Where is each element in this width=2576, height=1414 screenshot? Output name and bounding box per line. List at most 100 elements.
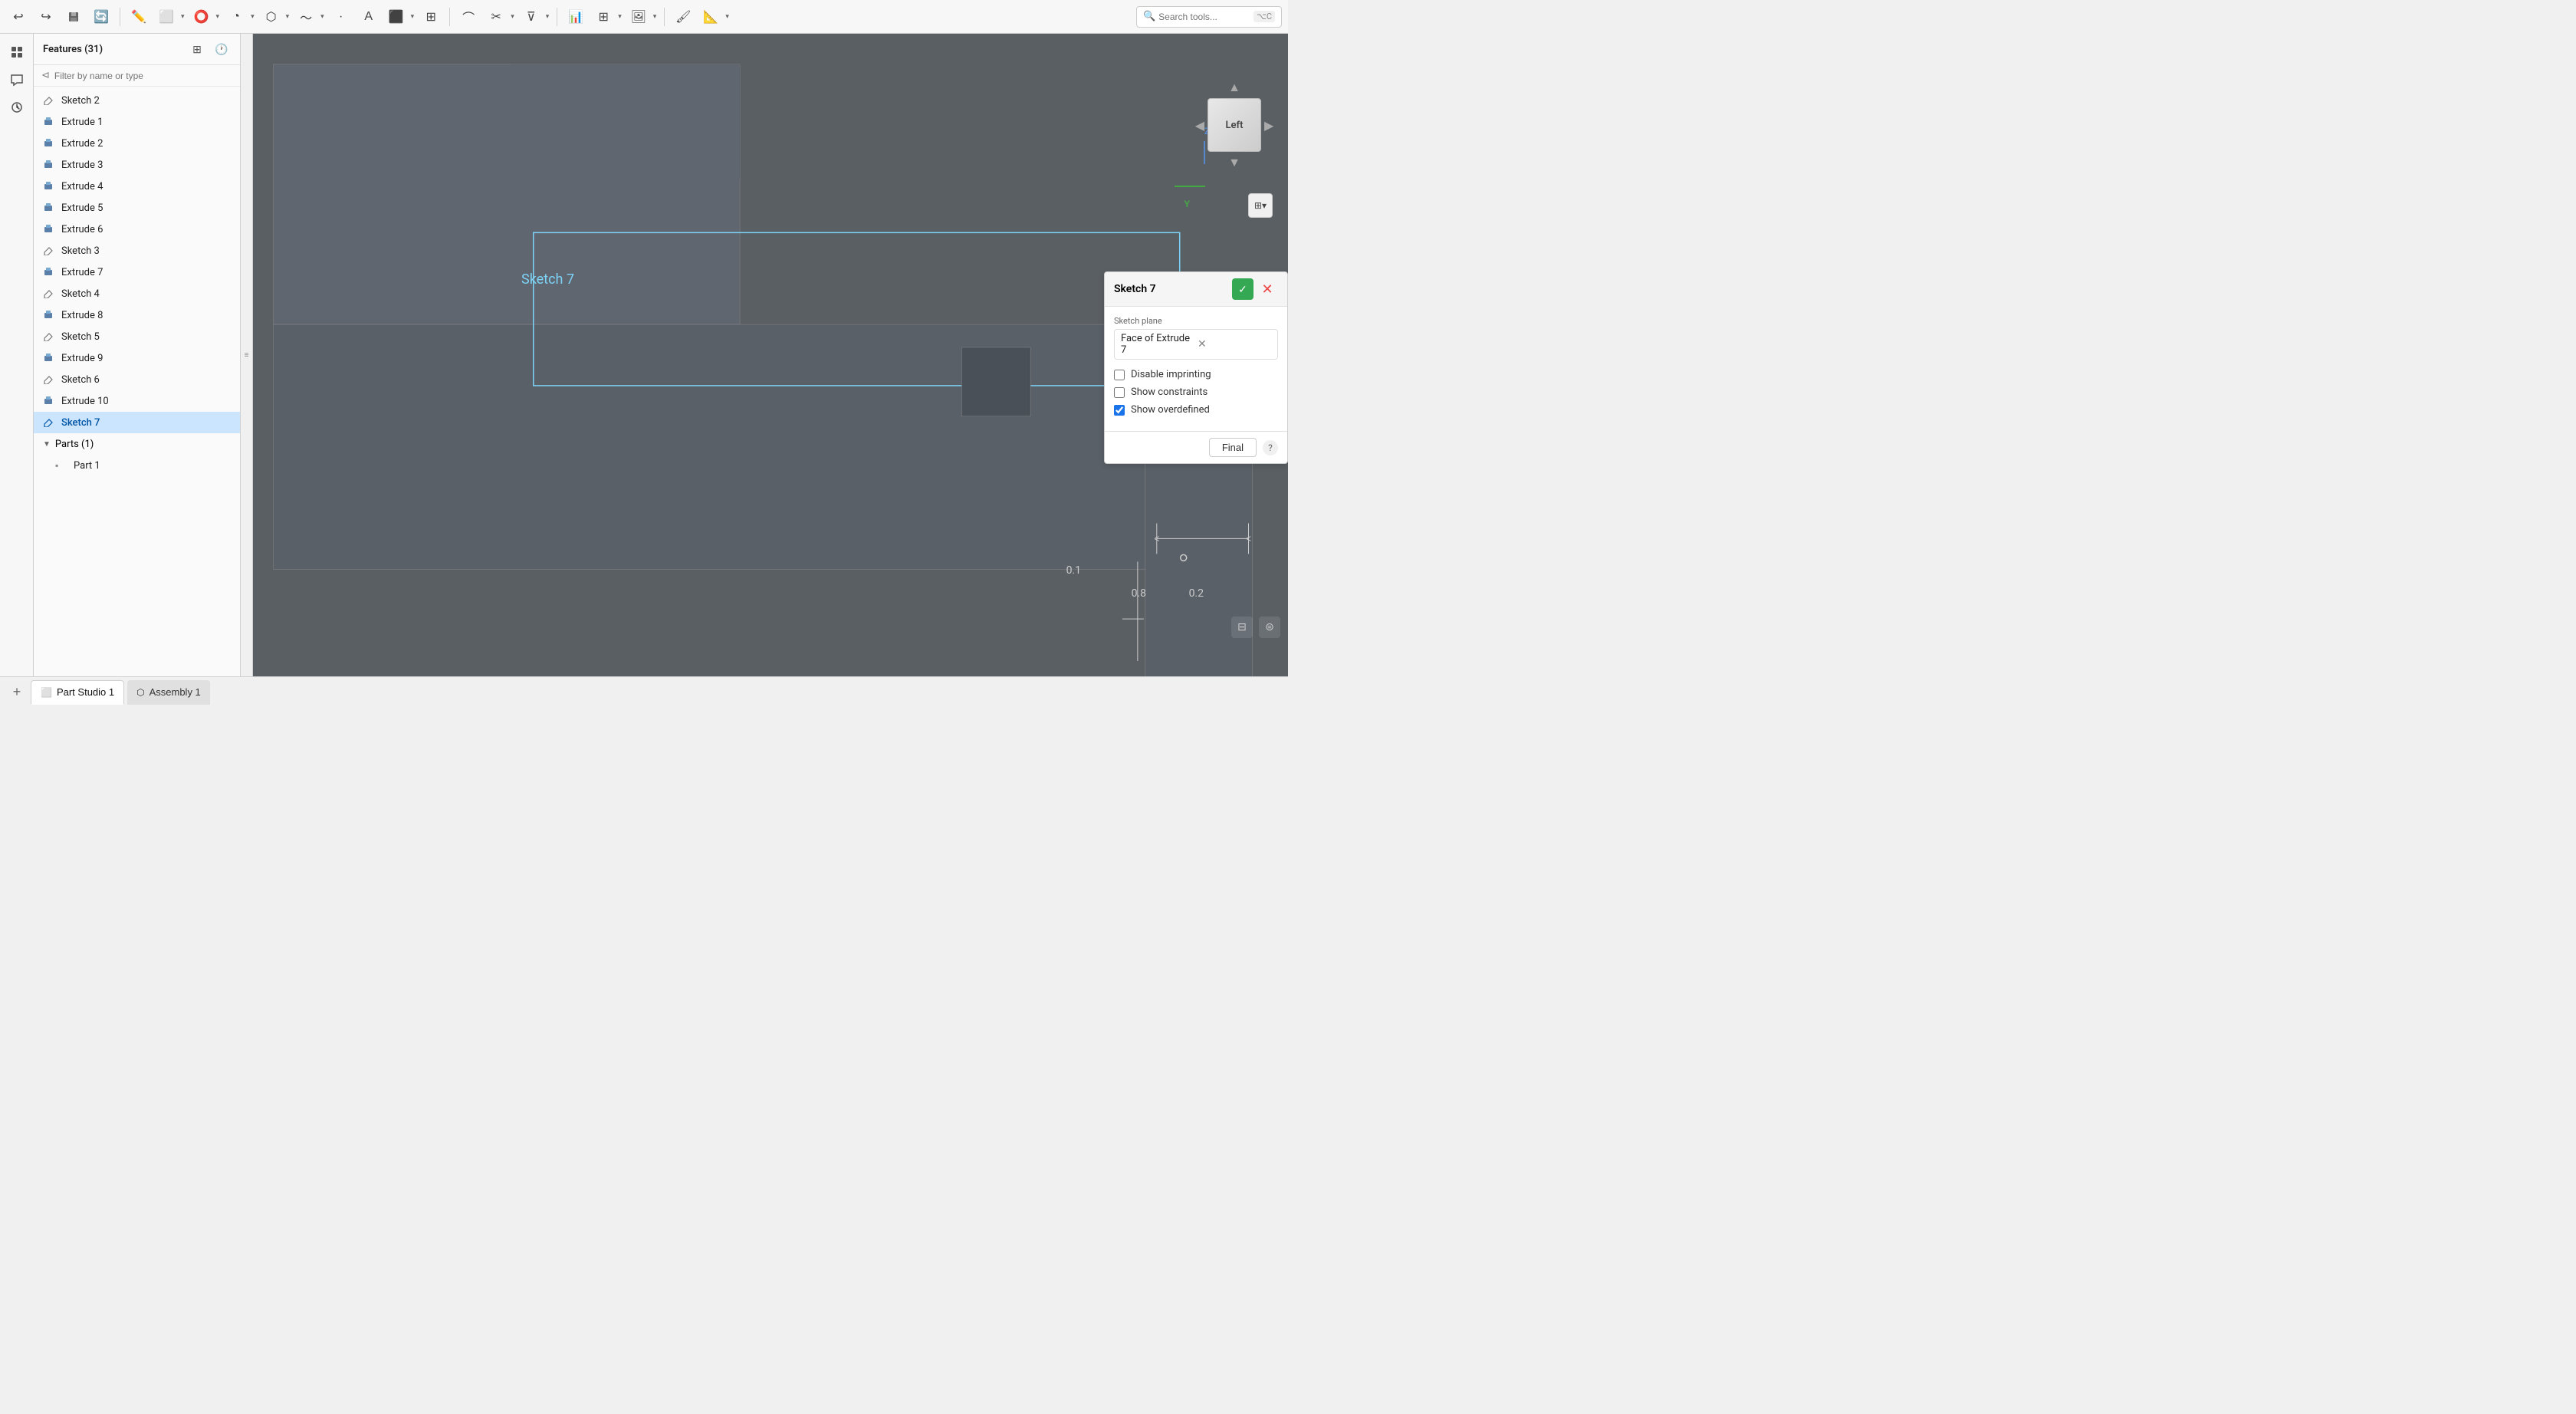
feature-item-extrude-9[interactable]: Extrude 9 [34, 347, 240, 369]
orient-left-arrow[interactable]: ◀ [1195, 118, 1204, 133]
feature-item-extrude-5[interactable]: Extrude 5 [34, 197, 240, 219]
measure-tool-arrow[interactable]: ▾ [724, 13, 731, 21]
show-overdefined-label: Show overdefined [1131, 404, 1210, 416]
save-button[interactable] [61, 5, 86, 29]
feature-label: Extrude 1 [61, 117, 103, 128]
circle-tool-arrow[interactable]: ▾ [215, 13, 222, 21]
sketch-panel-accept-button[interactable]: ✓ [1232, 278, 1254, 300]
orient-arrows: ▲ ◀ Left ▶ ▼ [1196, 80, 1273, 170]
feature-item-extrude-6[interactable]: Extrude 6 [34, 219, 240, 240]
assembly-tab[interactable]: ⬡ Assembly 1 [127, 680, 210, 705]
feature-item-sketch-2[interactable]: Sketch 2 [34, 90, 240, 111]
polygon-tool[interactable]: ⬡ [259, 5, 284, 29]
feature-item-sketch-4[interactable]: Sketch 4 [34, 283, 240, 304]
mirror-tool-arrow[interactable]: ▾ [544, 13, 551, 21]
feature-label: Sketch 4 [61, 288, 100, 300]
rect-tool-group: ⬜ ▾ [154, 5, 186, 29]
final-button[interactable]: Final [1209, 438, 1257, 457]
rect-tool[interactable]: ⬜ [154, 5, 179, 29]
sketch-panel-cancel-button[interactable]: ✕ [1257, 278, 1278, 300]
undo-button[interactable]: ↩ [6, 5, 31, 29]
feature-item-sketch-7[interactable]: Sketch 7 [34, 412, 240, 433]
show-constraints-checkbox[interactable] [1114, 387, 1125, 398]
disable-imprinting-checkbox[interactable] [1114, 370, 1125, 380]
history-icon[interactable] [5, 95, 29, 120]
canvas-icon-2[interactable]: ⊜ [1259, 617, 1280, 638]
arc-tool[interactable]: ◔ [224, 5, 248, 29]
paint-tool[interactable]: 🖌 [671, 5, 695, 29]
search-tools-input[interactable] [1158, 12, 1250, 22]
panel-title: Features (31) [43, 44, 182, 55]
rect-tool-arrow[interactable]: ▾ [179, 13, 186, 21]
feature-item-sketch-5[interactable]: Sketch 5 [34, 326, 240, 347]
feature-label: Extrude 4 [61, 181, 103, 192]
orient-up-arrow[interactable]: ▲ [1228, 80, 1240, 95]
add-tab-button[interactable]: + [6, 682, 28, 703]
search-tools-container: 🔍 ⌥C [1136, 6, 1282, 28]
comment-icon[interactable] [5, 67, 29, 92]
orient-mid-row: ◀ Left ▶ [1195, 98, 1274, 152]
feature-item-extrude-8[interactable]: Extrude 8 [34, 304, 240, 326]
part-item-part1[interactable]: ▪Part 1 [34, 455, 240, 476]
polygon-tool-arrow[interactable]: ▾ [284, 13, 291, 21]
show-constraints-label: Show constraints [1131, 386, 1208, 398]
feature-item-sketch-6[interactable]: Sketch 6 [34, 369, 240, 390]
render-tool-arrow[interactable]: ▾ [652, 13, 659, 21]
orient-cube[interactable]: Left [1208, 98, 1261, 152]
line-tool[interactable]: ✏️ [127, 5, 151, 29]
part-label: Part 1 [74, 460, 100, 472]
y-axis-label: Y [1184, 199, 1190, 209]
panel-settings-button[interactable]: ⊞ [188, 40, 206, 58]
transform-tool[interactable]: ⬛ [384, 5, 409, 29]
point-tool[interactable]: · [329, 5, 353, 29]
feature-item-extrude-10[interactable]: Extrude 10 [34, 390, 240, 412]
canvas-icon-1[interactable]: ⊟ [1231, 617, 1253, 638]
feature-item-extrude-7[interactable]: Extrude 7 [34, 261, 240, 283]
grid-tool[interactable]: ⊞ [419, 5, 443, 29]
sketch-plane-clear[interactable]: ✕ [1198, 338, 1271, 350]
feature-item-extrude-2[interactable]: Extrude 2 [34, 133, 240, 154]
spline-tool-arrow[interactable]: ▾ [319, 13, 326, 21]
chart-tool[interactable]: 📊 [564, 5, 588, 29]
grid2-tool[interactable]: ⊞ [591, 5, 616, 29]
sketch-icon [43, 330, 55, 344]
trim-tool-arrow[interactable]: ▾ [509, 13, 516, 21]
measure-tool[interactable]: 📐 [698, 5, 723, 29]
orient-right-arrow[interactable]: ▶ [1264, 118, 1273, 133]
circle-tool[interactable]: ⭕ [189, 5, 214, 29]
redo-button[interactable]: ↪ [34, 5, 58, 29]
spline-tool[interactable]: 〜 [294, 5, 318, 29]
trim-tool[interactable]: ✂ [484, 5, 508, 29]
orient-down-arrow[interactable]: ▼ [1228, 155, 1240, 170]
part-studio-tab[interactable]: ⬜ Part Studio 1 [31, 680, 124, 705]
feature-item-extrude-4[interactable]: Extrude 4 [34, 176, 240, 197]
canvas-area[interactable]: Sketch 7 0.1 0.8 0.2 Z Y ▲ ◀ Left ▶ ▼ [253, 34, 1288, 676]
feature-item-extrude-1[interactable]: Extrude 1 [34, 111, 240, 133]
search-shortcut: ⌥C [1254, 11, 1275, 22]
features-icon[interactable] [5, 40, 29, 64]
mirror-tool-group: ⊽ ▾ [519, 5, 551, 29]
help-icon[interactable]: ? [1263, 440, 1278, 455]
filter-input[interactable] [54, 71, 232, 81]
render-tool[interactable]: 🖼 [626, 5, 651, 29]
cube-mode-dropdown[interactable]: ⊞▾ [1248, 193, 1273, 218]
fillet-tool[interactable]: ⌒ [456, 5, 481, 29]
collapse-handle[interactable]: ≡ [241, 34, 253, 676]
sketch-plane-label: Sketch plane [1114, 316, 1278, 326]
feature-list: Sketch 2 Extrude 1 Extrude 2Extrude 3 Extru… [34, 87, 240, 676]
parts-section-header[interactable]: ▼Parts (1) [34, 433, 240, 455]
separator-4 [664, 8, 665, 26]
mirror-tool[interactable]: ⊽ [519, 5, 544, 29]
show-overdefined-checkbox[interactable] [1114, 405, 1125, 416]
panel-clock-button[interactable]: 🕐 [212, 40, 231, 58]
feature-item-extrude-3[interactable]: Extrude 3 [34, 154, 240, 176]
refresh-button[interactable]: 🔄 [89, 5, 113, 29]
text-tool[interactable]: A [356, 5, 381, 29]
feature-label: Extrude 10 [61, 396, 109, 407]
transform-tool-arrow[interactable]: ▾ [409, 13, 416, 21]
grid2-tool-arrow[interactable]: ▾ [616, 13, 623, 21]
sketch-icon [43, 373, 55, 386]
spline-tool-group: 〜 ▾ [294, 5, 326, 29]
arc-tool-arrow[interactable]: ▾ [249, 13, 256, 21]
feature-item-sketch-3[interactable]: Sketch 3 [34, 240, 240, 261]
